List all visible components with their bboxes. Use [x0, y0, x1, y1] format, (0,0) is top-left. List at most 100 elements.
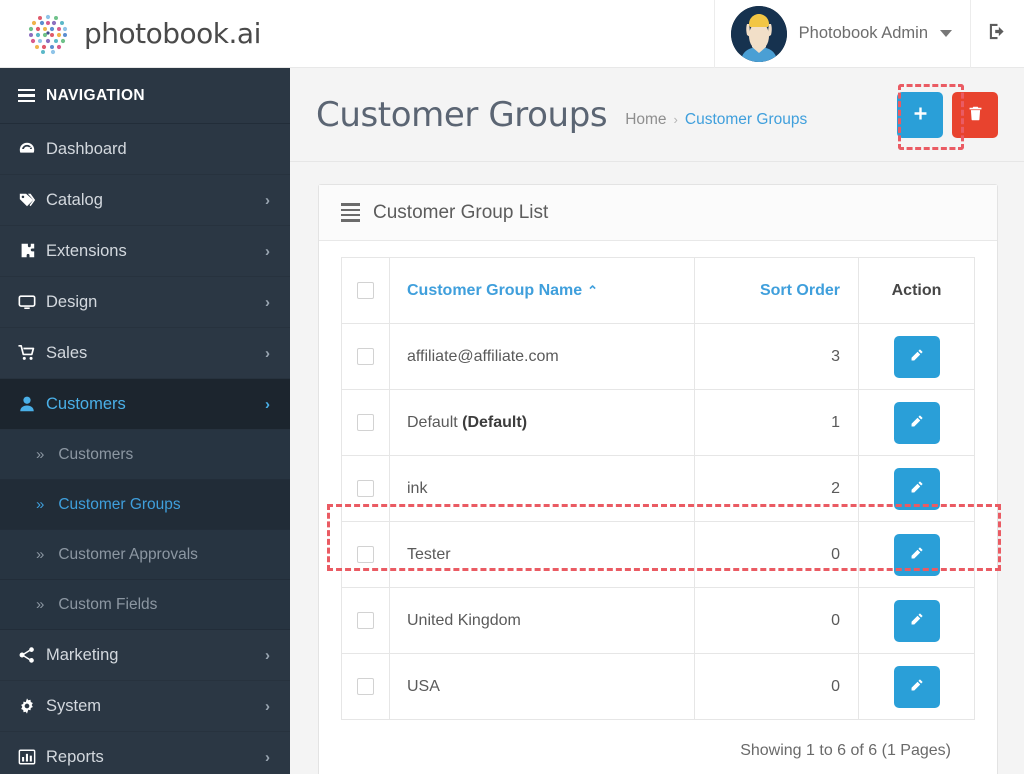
- edit-button[interactable]: [893, 467, 940, 510]
- hamburger-icon[interactable]: [18, 89, 35, 102]
- breadcrumb-item-current[interactable]: Customer Groups: [685, 111, 807, 129]
- table-row[interactable]: ink 2: [341, 455, 975, 522]
- row-name-cell: affiliate@affiliate.com: [389, 323, 695, 390]
- chevron-right-icon: ›: [265, 242, 270, 260]
- row-checkbox[interactable]: [357, 545, 374, 563]
- column-header-name-label: Customer Group Name: [407, 281, 583, 299]
- column-header-sort-order-label: Sort Order: [759, 281, 840, 299]
- row-sort-order: 3: [694, 323, 859, 390]
- row-name-cell: Tester: [389, 521, 695, 588]
- row-action-cell: [858, 389, 975, 456]
- edit-button[interactable]: [893, 665, 940, 708]
- sort-asc-icon: ⌃: [587, 282, 599, 298]
- row-checkbox-cell: [341, 389, 390, 456]
- edit-button[interactable]: [893, 599, 940, 642]
- brand-name: photobook.ai: [84, 17, 261, 50]
- breadcrumb: Home › Customer Groups: [625, 111, 807, 129]
- sidebar-item-dashboard[interactable]: Dashboard: [0, 124, 290, 175]
- brain-dots-logo-icon: [22, 8, 74, 60]
- sidebar-subitem-customer-groups[interactable]: » Customer Groups: [0, 480, 290, 530]
- pencil-icon: [909, 348, 924, 366]
- chevron-right-icon: ›: [265, 748, 270, 766]
- edit-button[interactable]: [893, 335, 940, 378]
- sidebar-item-label: Catalog: [46, 190, 103, 209]
- table-row[interactable]: USA 0: [341, 653, 975, 720]
- chevron-down-icon[interactable]: [940, 30, 952, 37]
- panel-header: Customer Group List: [319, 185, 997, 241]
- column-header-name[interactable]: Customer Group Name ⌃: [389, 257, 695, 324]
- row-sort-order: 0: [694, 587, 859, 654]
- sidebar-item-system[interactable]: System ›: [0, 681, 290, 732]
- row-checkbox[interactable]: [357, 677, 374, 695]
- list-icon: [341, 203, 360, 222]
- row-checkbox[interactable]: [357, 413, 374, 431]
- cart-icon: [18, 344, 46, 362]
- delete-button[interactable]: [952, 91, 998, 138]
- chevron-right-icon: ›: [265, 293, 270, 311]
- table-row[interactable]: Default (Default) 1: [341, 389, 975, 456]
- sidebar-item-label: Customers: [46, 394, 126, 413]
- double-chevron-icon: »: [36, 546, 45, 563]
- sidebar-item-design[interactable]: Design ›: [0, 277, 290, 328]
- sidebar-item-label: Design: [46, 292, 98, 311]
- breadcrumb-separator: ›: [673, 111, 678, 127]
- user-name: Photobook Admin: [798, 24, 928, 42]
- logout-button[interactable]: [970, 0, 1024, 68]
- table-row[interactable]: United Kingdom 0: [341, 587, 975, 654]
- sidebar-item-label: Reports: [46, 747, 104, 766]
- table-header-row: Customer Group Name ⌃ Sort Order Action: [341, 257, 975, 324]
- edit-button[interactable]: [893, 401, 940, 444]
- user-icon: [18, 395, 46, 413]
- row-name: United Kingdom: [407, 611, 521, 629]
- edit-button[interactable]: [893, 533, 940, 576]
- page-header: Customer Groups Home › Customer Groups: [290, 68, 1024, 162]
- sidebar-subitem-label: Custom Fields: [58, 595, 158, 613]
- add-new-button[interactable]: [897, 91, 943, 138]
- sidebar-item-extensions[interactable]: Extensions ›: [0, 226, 290, 277]
- tag-icon: [18, 191, 46, 209]
- row-checkbox[interactable]: [357, 347, 374, 365]
- breadcrumb-item-home[interactable]: Home: [625, 111, 666, 129]
- sidebar-item-label: System: [46, 696, 102, 715]
- row-name: ink: [407, 479, 428, 497]
- sidebar-subitem-custom-fields[interactable]: » Custom Fields: [0, 580, 290, 630]
- row-checkbox-cell: [341, 653, 390, 720]
- sidebar: NAVIGATION Dashboard Catalog › Extension…: [0, 68, 290, 774]
- customer-groups-table: Customer Group Name ⌃ Sort Order Action a…: [341, 257, 975, 720]
- row-action-cell: [858, 455, 975, 522]
- monitor-icon: [18, 293, 46, 311]
- page-header-actions: [897, 91, 998, 138]
- sidebar-item-label: Dashboard: [46, 139, 127, 158]
- row-name-suffix: (Default): [462, 413, 528, 431]
- row-sort-order: 2: [694, 455, 859, 522]
- sidebar-item-marketing[interactable]: Marketing ›: [0, 630, 290, 681]
- customer-group-panel: Customer Group List Customer Group Name ⌃…: [318, 184, 1001, 774]
- select-all-checkbox[interactable]: [357, 281, 374, 299]
- row-action-cell: [858, 323, 975, 390]
- sidebar-item-customers[interactable]: Customers ›: [0, 379, 290, 430]
- pencil-icon: [909, 480, 924, 498]
- column-header-sort-order[interactable]: Sort Order: [694, 257, 859, 324]
- brand[interactable]: photobook.ai: [0, 0, 290, 68]
- column-header-action-label: Action: [891, 281, 942, 299]
- row-checkbox[interactable]: [357, 611, 374, 629]
- double-chevron-icon: »: [36, 446, 45, 463]
- table-head: Customer Group Name ⌃ Sort Order Action: [341, 257, 975, 324]
- sidebar-item-catalog[interactable]: Catalog ›: [0, 175, 290, 226]
- sidebar-item-reports[interactable]: Reports ›: [0, 732, 290, 774]
- row-checkbox-cell: [341, 587, 390, 654]
- table-row[interactable]: affiliate@affiliate.com 3: [341, 323, 975, 390]
- navigation-header: NAVIGATION: [0, 68, 290, 124]
- row-checkbox[interactable]: [357, 479, 374, 497]
- sidebar-subitem-customers[interactable]: » Customers: [0, 430, 290, 480]
- bar-chart-icon: [18, 748, 46, 766]
- plus-icon: [912, 105, 929, 125]
- navigation-header-label: NAVIGATION: [46, 86, 146, 104]
- panel-title: Customer Group List: [373, 201, 549, 223]
- dashboard-icon: [18, 140, 46, 158]
- table-row[interactable]: Tester 0: [341, 521, 975, 588]
- sidebar-subitem-customer-approvals[interactable]: » Customer Approvals: [0, 530, 290, 580]
- row-checkbox-cell: [341, 521, 390, 588]
- user-menu[interactable]: Photobook Admin: [713, 0, 970, 68]
- sidebar-item-sales[interactable]: Sales ›: [0, 328, 290, 379]
